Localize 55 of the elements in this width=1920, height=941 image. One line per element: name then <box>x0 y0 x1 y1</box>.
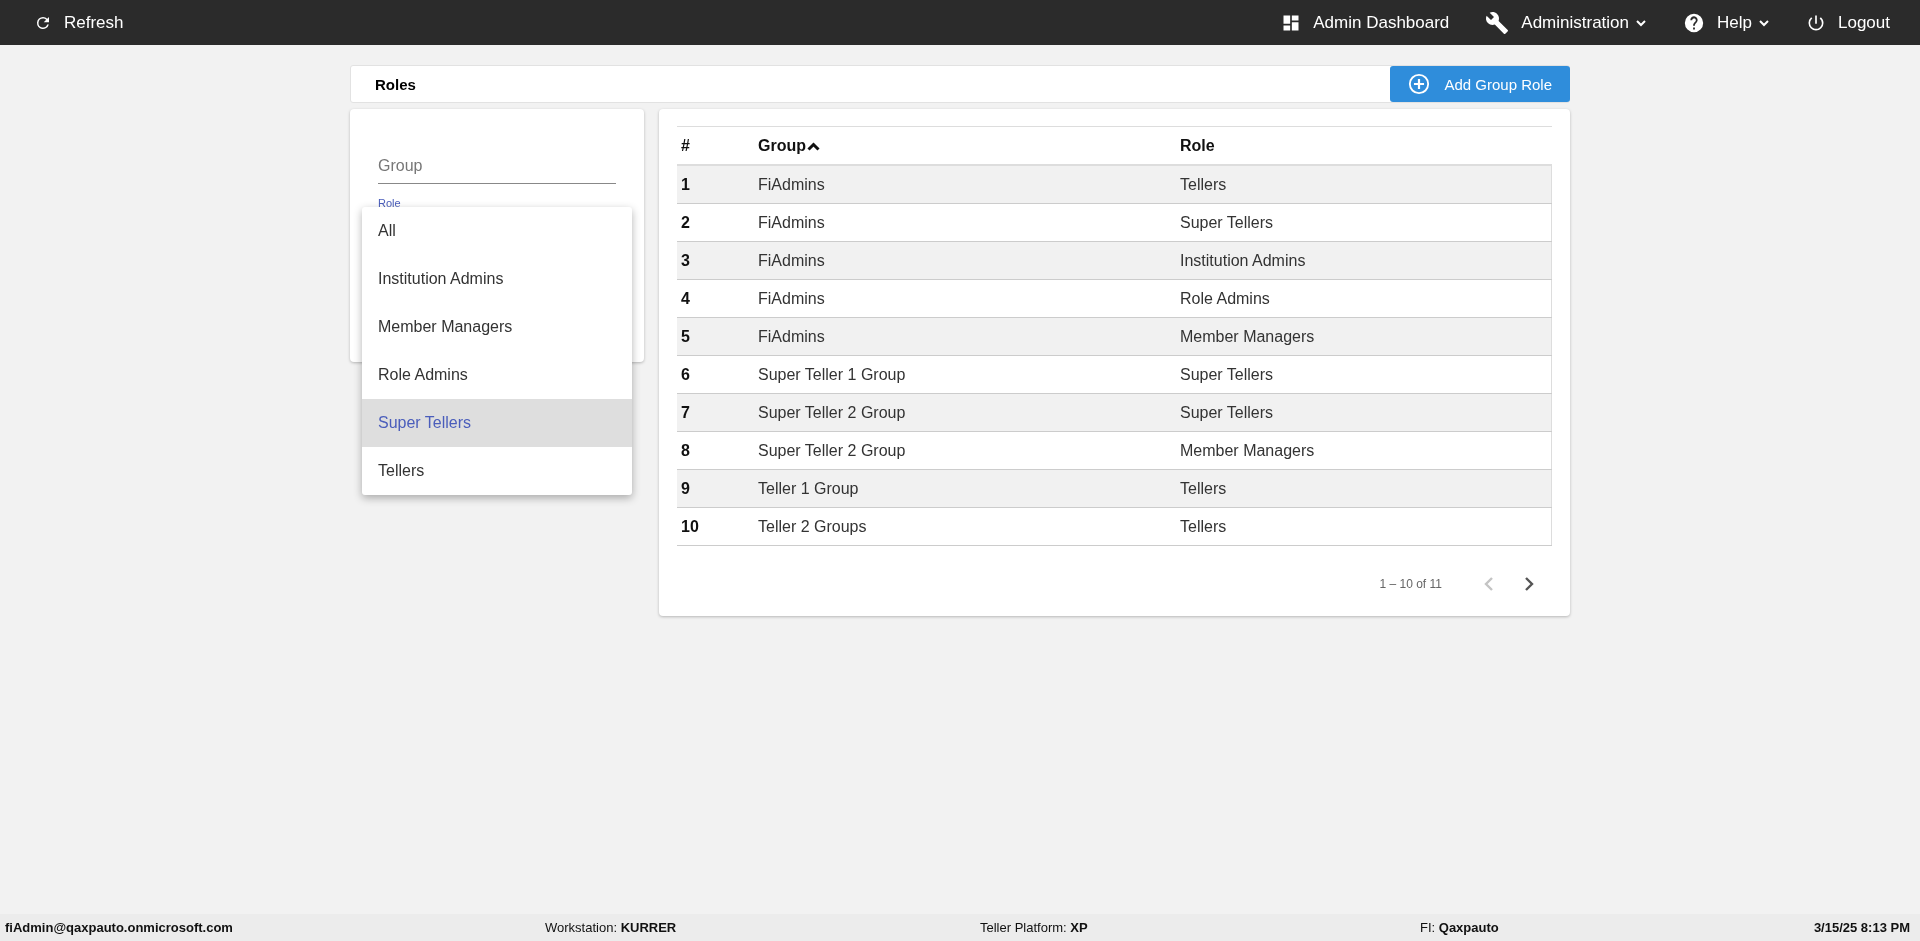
group-field[interactable]: Group <box>378 153 616 184</box>
table-cell: Super Tellers <box>1179 203 1552 242</box>
menu-option[interactable]: Tellers <box>362 447 632 495</box>
status-text: FI: Qaxpauto <box>1420 920 1500 935</box>
table-cell: Super Tellers <box>1179 393 1552 432</box>
table-cell: Teller 2 Groups <box>757 507 1179 546</box>
table-cell: Member Managers <box>1179 431 1552 470</box>
role-field-label: Role <box>378 198 402 209</box>
nav-link[interactable]: Logout <box>1838 12 1890 33</box>
status-text: Teller Platform: XP <box>980 920 1089 935</box>
table-cell: FiAdmins <box>757 165 1179 204</box>
table-cell: 9 <box>677 469 757 508</box>
status-text: fiAdmin@qaxpauto.onmicrosoft.com <box>5 920 234 935</box>
status-text: Workstation: KURRER <box>545 920 678 935</box>
table-cell: Super Teller 1 Group <box>757 355 1179 394</box>
status-text: 3/15/25 8:13 PM <box>1813 920 1910 935</box>
table-cell: Tellers <box>1179 469 1552 508</box>
page-title: Roles <box>375 75 416 93</box>
page-range: 1 – 10 of 11 <box>1379 577 1442 591</box>
nav-link[interactable]: Administration <box>1521 12 1630 33</box>
table-cell: FiAdmins <box>757 241 1179 280</box>
table-cell: 7 <box>677 393 757 432</box>
wrench-icon <box>1485 10 1510 35</box>
table-cell: Super Teller 2 Group <box>757 431 1179 470</box>
next-page-icon[interactable] <box>1524 576 1534 592</box>
table-cell: Teller 1 Group <box>757 469 1179 508</box>
add-group-role-button[interactable]: Add Group Role <box>1390 66 1570 102</box>
table-cell: FiAdmins <box>757 317 1179 356</box>
nav-link[interactable]: Refresh <box>64 12 124 33</box>
table-cell: Super Tellers <box>1179 355 1552 394</box>
table-cell: 1 <box>677 165 757 204</box>
menu-option[interactable]: Role Admins <box>362 351 632 399</box>
table-cell: Tellers <box>1179 507 1552 546</box>
table-cell: Member Managers <box>1179 317 1552 356</box>
table-cell: Role Admins <box>1179 279 1552 318</box>
table-cell: 4 <box>677 279 757 318</box>
menu-option[interactable]: Institution Admins <box>362 255 632 303</box>
menu-option[interactable]: All <box>362 207 632 255</box>
menu-option[interactable]: Member Managers <box>362 303 632 351</box>
table-cell: FiAdmins <box>757 279 1179 318</box>
table-cell: 3 <box>677 241 757 280</box>
plus-circle-icon <box>1408 73 1431 95</box>
table-cell: 8 <box>677 431 757 470</box>
table-cell: Institution Admins <box>1179 241 1552 280</box>
table-cell: 2 <box>677 203 757 242</box>
menu-option[interactable]: Super Tellers <box>362 399 632 447</box>
table-cell: 5 <box>677 317 757 356</box>
table-cell: Super Teller 2 Group <box>757 393 1179 432</box>
table-cell: FiAdmins <box>757 203 1179 242</box>
table-cell: Tellers <box>1179 165 1552 204</box>
nav-link[interactable]: Help <box>1717 12 1752 33</box>
table-cell: 10 <box>677 507 757 546</box>
nav-link[interactable]: Admin Dashboard <box>1313 12 1450 33</box>
help-icon <box>1683 11 1706 34</box>
table-cell: 6 <box>677 355 757 394</box>
